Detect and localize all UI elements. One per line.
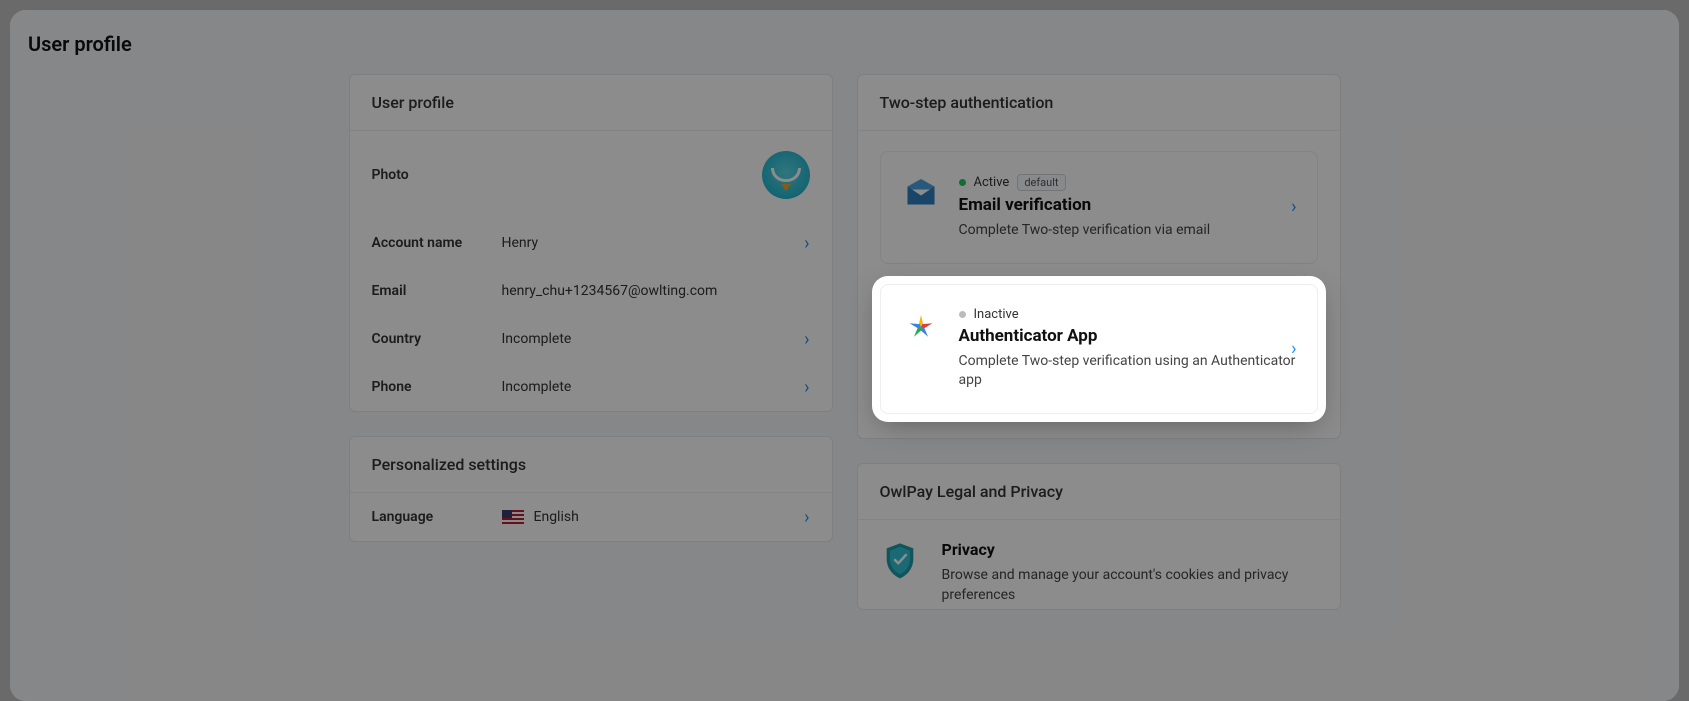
email-verification-title: Email verification: [959, 195, 1297, 215]
photo-label: Photo: [372, 167, 502, 183]
page-title: User profile: [28, 32, 1661, 56]
email-verification-desc: Complete Two-step verification via email: [959, 221, 1297, 241]
profile-card: User profile Photo Account name Henry ›: [349, 74, 833, 412]
personalized-card: Personalized settings Language English ›: [349, 436, 833, 542]
account-name-row[interactable]: Account name Henry ›: [372, 219, 810, 267]
chevron-right-icon[interactable]: ›: [790, 233, 810, 254]
authenticator-status-line: Inactive: [959, 307, 1297, 322]
default-pill: default: [1017, 174, 1065, 191]
flag-us-icon: [502, 510, 524, 524]
authenticator-title: Authenticator App: [959, 326, 1297, 346]
authenticator-status: Inactive: [974, 307, 1019, 322]
phone-value: Incomplete: [502, 379, 790, 395]
authenticator-item[interactable]: Inactive Authenticator App Complete Two-…: [880, 284, 1318, 414]
phone-row[interactable]: Phone Incomplete ›: [372, 363, 810, 411]
left-column: User profile Photo Account name Henry ›: [349, 74, 833, 610]
privacy-desc: Browse and manage your account's cookies…: [942, 565, 1318, 606]
email-label: Email: [372, 283, 502, 299]
two-step-card: Two-step authentication: [857, 74, 1341, 439]
phone-label: Phone: [372, 379, 502, 395]
chevron-right-icon[interactable]: ›: [790, 377, 810, 398]
email-verification-body: Active default Email verification Comple…: [959, 174, 1297, 241]
account-name-value: Henry: [502, 235, 790, 251]
privacy-title: Privacy: [942, 540, 1318, 559]
email-row: Email henry_chu+1234567@owlting.com: [372, 267, 810, 315]
page-header: User profile: [10, 10, 1679, 74]
profile-card-body: Photo Account name Henry › Email: [350, 131, 832, 411]
personalized-card-title: Personalized settings: [350, 437, 832, 493]
legal-card: OwlPay Legal and Privacy Privacy Browse …: [857, 463, 1341, 611]
status-dot-active-icon: [959, 179, 966, 186]
email-verification-item[interactable]: Active default Email verification Comple…: [880, 151, 1318, 264]
authenticator-desc: Complete Two-step verification using an …: [959, 352, 1297, 391]
chevron-right-icon[interactable]: ›: [790, 507, 810, 528]
language-text: English: [534, 509, 579, 525]
two-step-card-body: Active default Email verification Comple…: [858, 151, 1340, 438]
avatar[interactable]: [762, 151, 810, 199]
email-value: henry_chu+1234567@owlting.com: [502, 283, 810, 299]
email-status-line: Active default: [959, 174, 1297, 191]
mail-icon: [901, 174, 941, 214]
profile-photo-row: Photo: [372, 131, 810, 219]
content-columns: User profile Photo Account name Henry ›: [10, 74, 1679, 610]
email-status: Active: [974, 175, 1010, 190]
chevron-right-icon[interactable]: ›: [790, 329, 810, 350]
status-dot-inactive-icon: [959, 311, 966, 318]
profile-card-title: User profile: [350, 75, 832, 131]
right-column: Two-step authentication: [857, 74, 1341, 610]
privacy-row[interactable]: Privacy Browse and manage your account's…: [858, 520, 1340, 610]
chevron-right-icon[interactable]: ›: [1291, 338, 1296, 359]
language-label: Language: [372, 509, 502, 525]
owl-icon: [771, 168, 801, 182]
language-row[interactable]: Language English ›: [372, 493, 810, 541]
chevron-right-icon[interactable]: ›: [1291, 197, 1296, 218]
country-label: Country: [372, 331, 502, 347]
authenticator-icon: [901, 307, 941, 347]
country-value: Incomplete: [502, 331, 790, 347]
account-name-label: Account name: [372, 235, 502, 251]
privacy-body: Privacy Browse and manage your account's…: [942, 540, 1318, 606]
page-container: User profile User profile Photo: [10, 10, 1679, 701]
two-step-card-title: Two-step authentication: [858, 75, 1340, 131]
shield-icon: [880, 540, 920, 580]
legal-card-title: OwlPay Legal and Privacy: [858, 464, 1340, 520]
personalized-card-body: Language English ›: [350, 493, 832, 541]
country-row[interactable]: Country Incomplete ›: [372, 315, 810, 363]
authenticator-body: Inactive Authenticator App Complete Two-…: [959, 307, 1297, 391]
language-value: English: [502, 509, 790, 525]
